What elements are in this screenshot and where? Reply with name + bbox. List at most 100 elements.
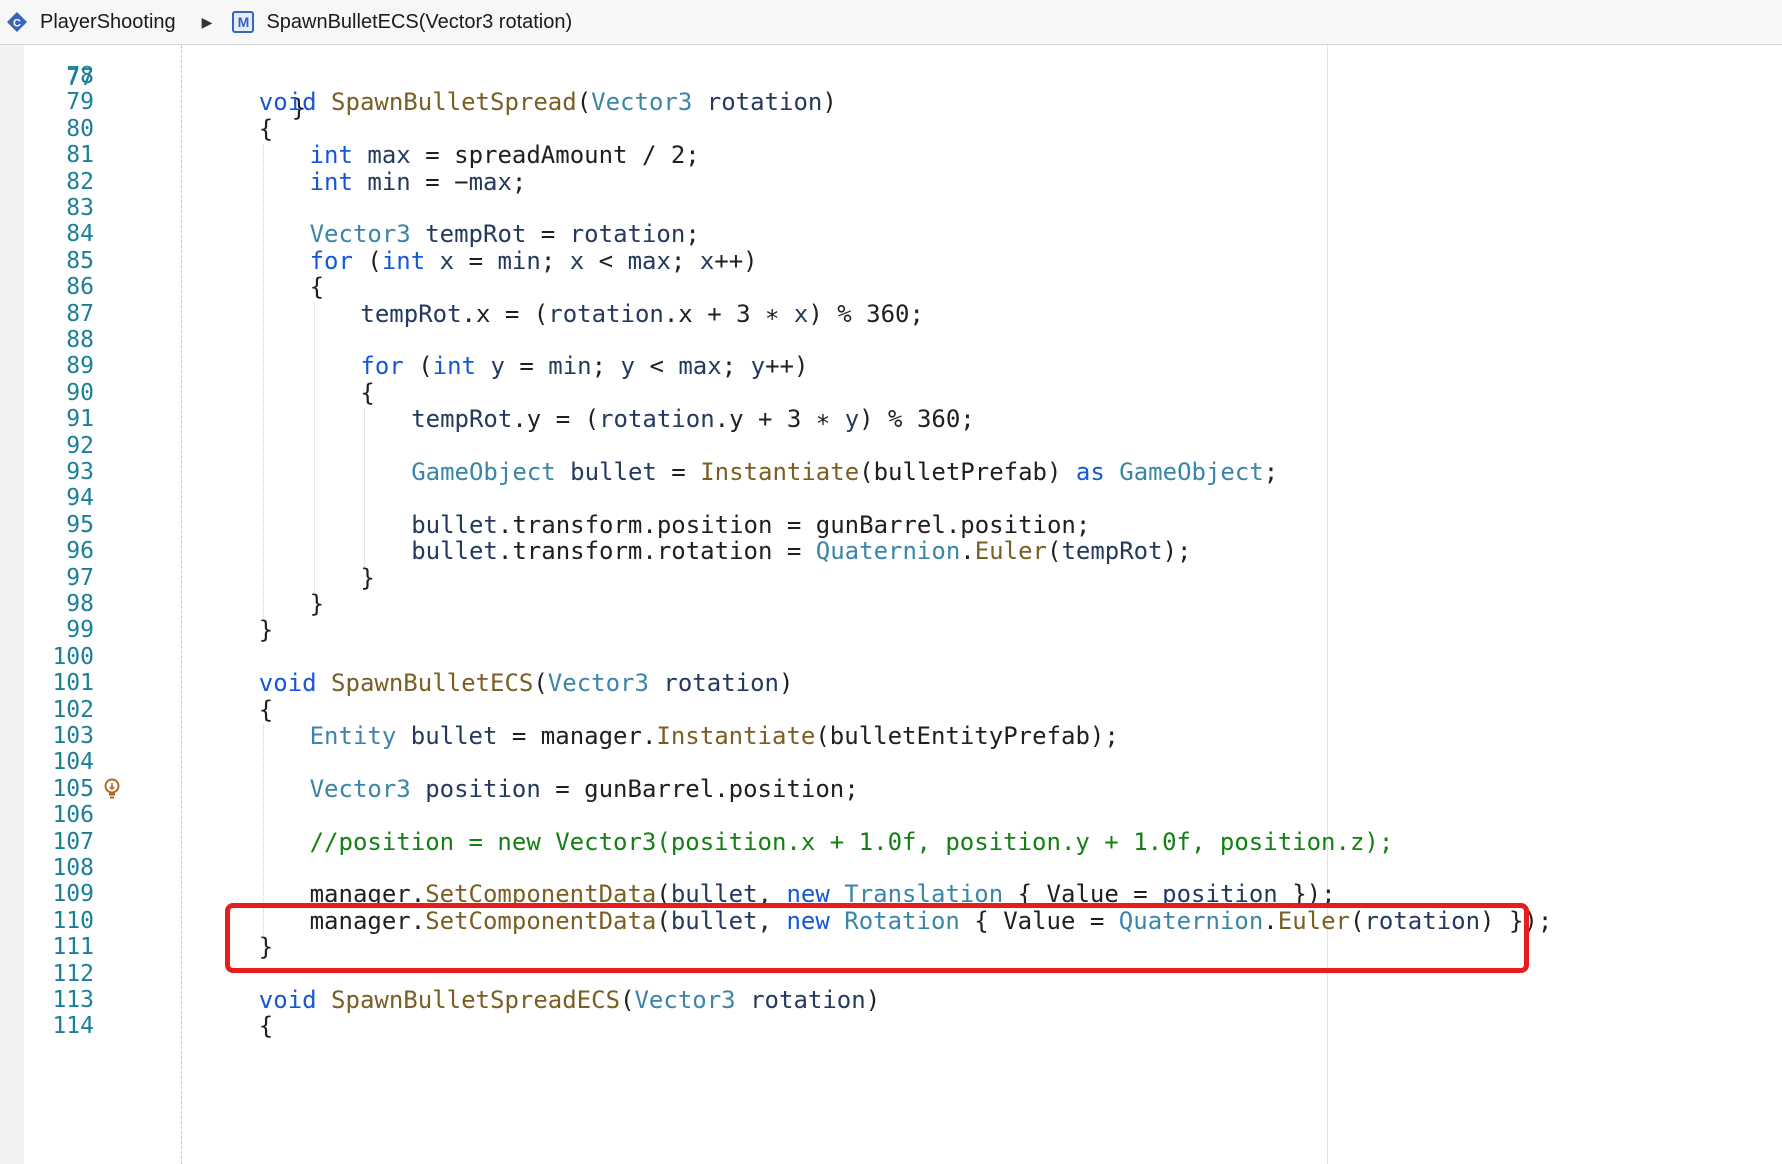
code-token: ; bbox=[1263, 458, 1279, 486]
code-token: < bbox=[635, 352, 679, 381]
code-token: ++) bbox=[765, 352, 809, 381]
code-token: tempRot bbox=[1061, 537, 1163, 566]
code-token: bullet bbox=[410, 722, 498, 750]
code-token: ; bbox=[511, 167, 527, 196]
code-token: ( bbox=[1350, 906, 1365, 935]
indent-guide bbox=[262, 144, 264, 620]
code-token: manager. bbox=[309, 880, 426, 909]
code-token: SpawnBulletSpreadECS bbox=[331, 986, 621, 1014]
code-token: { Value = bbox=[959, 906, 1119, 935]
code-token: as bbox=[1075, 458, 1105, 486]
code-token: Vector3 bbox=[634, 986, 736, 1014]
code-token: < bbox=[584, 246, 628, 275]
code-token: manager. bbox=[309, 906, 426, 935]
code-token: Quaternion bbox=[815, 537, 961, 566]
code-token: }); bbox=[1277, 880, 1336, 909]
code-token: , bbox=[757, 880, 787, 909]
code-token: position bbox=[1162, 880, 1278, 909]
code-token: Quaternion bbox=[1118, 906, 1264, 935]
code-token: Euler bbox=[1277, 906, 1350, 935]
code-token: bullet bbox=[411, 537, 498, 566]
code-token: SpawnBulletSpread bbox=[331, 88, 577, 117]
code-token: Instantiate bbox=[656, 722, 816, 750]
code-token: x bbox=[793, 299, 809, 328]
code-token: new bbox=[786, 880, 830, 909]
code-token: x bbox=[699, 246, 715, 275]
code-token: int bbox=[432, 352, 477, 381]
code-token: rotation bbox=[599, 405, 715, 434]
code-token: } bbox=[360, 563, 375, 592]
code-token: ( bbox=[656, 880, 671, 909]
code-line[interactable]: 114 { bbox=[0, 1011, 1782, 1041]
code-token: rotation bbox=[548, 299, 664, 328]
indent-guide bbox=[313, 302, 315, 593]
code-token: tempRot bbox=[425, 220, 527, 249]
code-token: void bbox=[258, 986, 317, 1014]
code-token: .x + 3 ∗ bbox=[663, 299, 794, 328]
code-token: ( bbox=[352, 246, 382, 275]
method-icon: M bbox=[232, 11, 255, 33]
code-token: .transform.position = gunBarrel.position… bbox=[497, 510, 1091, 539]
code-token: { bbox=[258, 114, 274, 143]
code-token: rotation bbox=[706, 88, 823, 117]
code-token: rotation bbox=[663, 669, 779, 698]
code-token: rotation bbox=[1364, 906, 1481, 935]
code-token: { bbox=[258, 695, 274, 724]
code-token: int bbox=[381, 246, 426, 275]
code-token: ) bbox=[779, 669, 794, 698]
breadcrumb-method-label: SpawnBulletECS(Vector3 rotation) bbox=[266, 10, 573, 33]
code-token: = manager. bbox=[497, 722, 657, 750]
code-token: ; bbox=[591, 352, 621, 381]
code-token: ; bbox=[721, 352, 751, 381]
code-token: (bulletPrefab) bbox=[859, 458, 1076, 486]
code-token: tempRot bbox=[360, 299, 462, 328]
code-token: ) }); bbox=[1480, 906, 1553, 935]
code-token: min bbox=[497, 246, 541, 275]
code-token: void bbox=[258, 88, 317, 117]
code-token: , bbox=[757, 906, 787, 935]
line-number: 114 bbox=[52, 1013, 94, 1040]
code-token: { Value = bbox=[1003, 880, 1163, 909]
breadcrumb-class[interactable]: C PlayerShooting bbox=[0, 11, 176, 34]
code-token: = bbox=[504, 352, 549, 381]
code-token: tempRot bbox=[411, 405, 513, 434]
code-token: } bbox=[258, 933, 274, 962]
class-icon: C bbox=[6, 11, 28, 33]
code-token: SpawnBulletECS bbox=[331, 669, 534, 698]
code-token: ) bbox=[865, 986, 881, 1014]
code-token: y bbox=[490, 352, 505, 381]
code-token: = gunBarrel.position; bbox=[540, 774, 859, 803]
code-token: ) % 360; bbox=[808, 299, 924, 328]
code-token: = − bbox=[410, 167, 469, 196]
code-token: . bbox=[1263, 906, 1278, 935]
code-token: position bbox=[425, 774, 541, 803]
code-token: ( bbox=[403, 352, 433, 381]
code-token: x bbox=[439, 246, 455, 275]
lightbulb-icon[interactable] bbox=[100, 777, 124, 801]
svg-text:C: C bbox=[13, 18, 21, 30]
code-token: max bbox=[367, 141, 411, 170]
breadcrumb-method[interactable]: M SpawnBulletECS(Vector3 rotation) bbox=[232, 11, 572, 34]
code-token: ( bbox=[576, 88, 592, 117]
code-token: ; bbox=[670, 246, 700, 275]
code-token: x bbox=[569, 246, 585, 275]
code-token: bullet bbox=[411, 510, 498, 539]
indent-guide bbox=[364, 408, 366, 567]
code-token: { bbox=[360, 378, 375, 407]
code-token: (bulletEntityPrefab); bbox=[815, 722, 1119, 750]
code-token: .x = ( bbox=[461, 299, 549, 328]
code-editor[interactable]: 77 } 78 79 void SpawnBulletSpread(Vector3 … bbox=[0, 45, 1782, 1164]
code-token: int bbox=[309, 141, 353, 170]
indent-guide bbox=[262, 725, 264, 937]
breadcrumb-arrow-icon: ▶ bbox=[201, 13, 213, 30]
code-token: GameObject bbox=[411, 458, 556, 486]
code-token: ) bbox=[822, 88, 837, 117]
